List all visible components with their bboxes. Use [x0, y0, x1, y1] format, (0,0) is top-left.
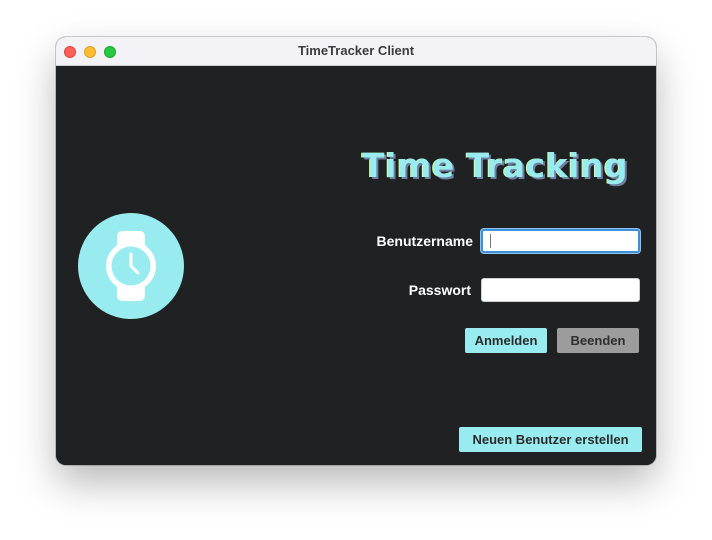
create-user-button[interactable]: Neuen Benutzer erstellen [459, 427, 642, 452]
page-title: Time Tracking [362, 146, 628, 185]
login-button[interactable]: Anmelden [465, 328, 547, 353]
title-bar: TimeTracker Client [56, 37, 656, 66]
text-caret [490, 234, 491, 248]
quit-button[interactable]: Beenden [557, 328, 639, 353]
app-logo [78, 213, 184, 319]
app-window: TimeTracker Client Time Tracking Benutze… [56, 37, 656, 465]
password-field[interactable] [481, 278, 640, 302]
username-label: Benutzername [376, 233, 473, 249]
wristwatch-icon [106, 231, 156, 301]
login-panel: Time Tracking Benutzername Passwort Anme… [56, 66, 656, 465]
username-field[interactable] [481, 229, 640, 253]
password-label: Passwort [408, 282, 471, 298]
window-title: TimeTracker Client [297, 43, 415, 58]
